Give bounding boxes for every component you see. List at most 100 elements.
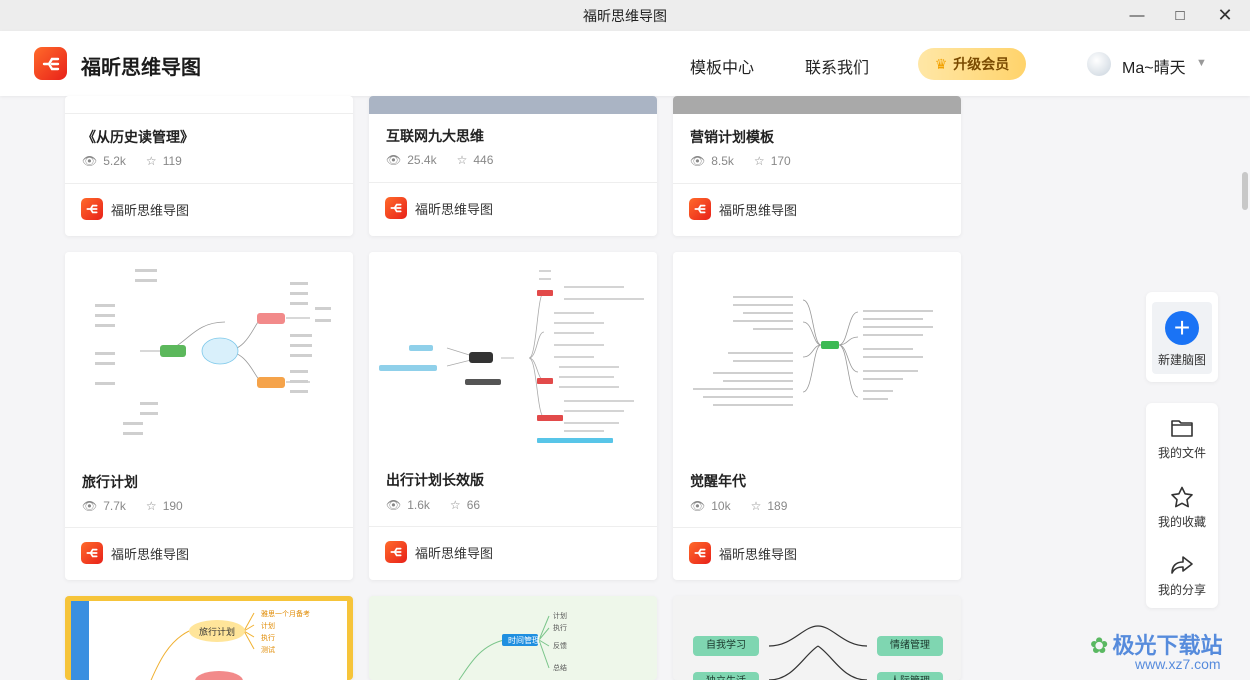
- mindmap-node: 执行: [261, 635, 275, 642]
- card-stats: 👁 8.5k ☆ 170: [690, 154, 797, 168]
- template-card[interactable]: 《从历史读管理》 👁 5.2k ☆ 119 福昕思维导图: [65, 96, 353, 236]
- username[interactable]: Ma~晴天: [1122, 54, 1186, 78]
- card-title[interactable]: 觉醒年代: [690, 471, 746, 491]
- nav-template-center[interactable]: 模板中心: [690, 54, 754, 78]
- star-icon: [1171, 486, 1193, 508]
- mindmap-node: 反馈: [553, 643, 567, 650]
- mindmap-node: 人际管理: [877, 672, 943, 680]
- star-icon: ☆: [750, 499, 762, 513]
- mindmap-node: 独立生活: [693, 672, 759, 680]
- window-title: 福昕思维导图: [583, 7, 667, 24]
- title-bar: 福昕思维导图 — □ ✕: [0, 0, 1250, 31]
- card-author[interactable]: 福昕思维导图: [385, 541, 493, 563]
- template-card[interactable]: 营销计划模板 👁 8.5k ☆ 170 福昕思维导图: [673, 96, 961, 236]
- card-title[interactable]: 《从历史读管理》: [82, 127, 194, 147]
- card-stats: 👁 5.2k ☆ 119: [82, 154, 188, 168]
- mindmap-center-label: 时间管理: [508, 636, 540, 645]
- mindmap-node: 执行: [553, 625, 567, 632]
- avatar[interactable]: [1087, 52, 1111, 76]
- template-card[interactable]: 自我学习 独立生活 情绪管理 人际管理: [673, 596, 961, 680]
- app-name: 福昕思维导图: [81, 57, 201, 79]
- star-count: 66: [466, 498, 481, 512]
- mindmap-node: 自我学习: [693, 636, 759, 656]
- star-icon: ☆: [753, 154, 765, 168]
- card-thumbnail[interactable]: [65, 252, 353, 458]
- view-count: 5.2k: [103, 154, 126, 168]
- star-icon: ☆: [145, 154, 157, 168]
- card-thumbnail[interactable]: [673, 252, 961, 458]
- new-mindmap-label: 新建脑图: [1157, 353, 1206, 367]
- template-card[interactable]: 旅行计划 雅思一个月备考 计划 执行 测试: [65, 596, 353, 680]
- eye-icon: 👁: [82, 154, 98, 168]
- nav-contact-us[interactable]: 联系我们: [805, 54, 869, 78]
- card-thumbnail[interactable]: [673, 96, 961, 114]
- mindmap-center-label: 旅行计划: [199, 627, 236, 637]
- eye-icon: 👁: [82, 499, 98, 513]
- divider: [673, 527, 961, 528]
- card-stats: 👁 7.7k ☆ 190: [82, 499, 189, 513]
- author-name: 福昕思维导图: [719, 202, 798, 218]
- template-card[interactable]: 旅行计划 👁 7.7k ☆ 190 福昕思维导图: [65, 252, 353, 580]
- card-stats: 👁 25.4k ☆ 446: [386, 153, 499, 167]
- view-count: 10k: [711, 499, 731, 513]
- mindmap-node: 情绪管理: [877, 636, 943, 656]
- author-name: 福昕思维导图: [415, 201, 494, 217]
- card-author[interactable]: 福昕思维导图: [81, 198, 189, 220]
- sidebar-item-my-favorites[interactable]: 我的收藏: [1146, 486, 1218, 530]
- card-stats: 👁 10k ☆ 189: [690, 499, 793, 513]
- card-author[interactable]: 福昕思维导图: [81, 542, 189, 564]
- card-title[interactable]: 旅行计划: [82, 472, 138, 492]
- card-thumbnail[interactable]: 旅行计划 雅思一个月备考 计划 执行 测试: [71, 601, 347, 680]
- sidebar-item-my-shares[interactable]: 我的分享: [1146, 554, 1218, 598]
- template-card[interactable]: 互联网九大思维 👁 25.4k ☆ 446 福昕思维导图: [369, 96, 657, 236]
- star-count: 119: [162, 154, 182, 168]
- view-count: 7.7k: [103, 499, 126, 513]
- share-icon: [1171, 556, 1193, 574]
- star-icon: ☆: [456, 153, 468, 167]
- close-button[interactable]: ✕: [1202, 0, 1248, 31]
- card-thumbnail[interactable]: 时间管理 计划 执行 反馈 总结: [369, 596, 657, 680]
- folder-icon: [1171, 420, 1193, 437]
- card-title[interactable]: 营销计划模板: [690, 127, 774, 147]
- chevron-down-icon[interactable]: ▼: [1196, 57, 1207, 69]
- card-author[interactable]: 福昕思维导图: [689, 198, 797, 220]
- eye-icon: 👁: [690, 499, 706, 513]
- star-count: 189: [767, 499, 788, 513]
- new-mindmap-button[interactable]: + 新建脑图: [1146, 302, 1218, 374]
- scrollbar[interactable]: [1240, 96, 1250, 680]
- card-author[interactable]: 福昕思维导图: [689, 542, 797, 564]
- card-stats: 👁 1.6k ☆ 66: [386, 498, 486, 512]
- author-logo-icon: [385, 197, 407, 219]
- view-count: 1.6k: [407, 498, 430, 512]
- sidebar-item-my-files[interactable]: 我的文件: [1146, 417, 1218, 461]
- template-card[interactable]: 出行计划长效版 👁 1.6k ☆ 66 福昕思维导图: [369, 252, 657, 580]
- star-icon: ☆: [449, 498, 461, 512]
- template-card[interactable]: 觉醒年代 👁 10k ☆ 189 福昕思维导图: [673, 252, 961, 580]
- card-thumbnail[interactable]: [369, 252, 657, 458]
- app-logo-icon[interactable]: [34, 47, 67, 80]
- author-logo-icon: [689, 198, 711, 220]
- card-title[interactable]: 互联网九大思维: [386, 126, 484, 146]
- vip-label: 升级会员: [953, 56, 1010, 72]
- maximize-button[interactable]: □: [1157, 0, 1203, 31]
- card-author[interactable]: 福昕思维导图: [385, 197, 493, 219]
- minimize-button[interactable]: —: [1114, 0, 1160, 31]
- card-title[interactable]: 出行计划长效版: [386, 470, 484, 490]
- app-header: 福昕思维导图 模板中心 联系我们 ♛ 升级会员 Ma~晴天 ▼: [0, 31, 1250, 96]
- author-logo-icon: [81, 198, 103, 220]
- star-icon: ☆: [145, 499, 157, 513]
- my-favorites-label: 我的收藏: [1157, 515, 1206, 529]
- new-mindmap-panel: + 新建脑图: [1146, 292, 1218, 382]
- author-name: 福昕思维导图: [111, 202, 190, 218]
- divider: [369, 182, 657, 183]
- card-thumbnail[interactable]: 自我学习 独立生活 情绪管理 人际管理: [673, 596, 961, 680]
- star-count: 446: [473, 153, 494, 167]
- star-count: 170: [770, 154, 791, 168]
- upgrade-vip-button[interactable]: ♛ 升级会员: [918, 48, 1026, 80]
- card-thumbnail[interactable]: [369, 96, 657, 114]
- my-shares-label: 我的分享: [1157, 583, 1206, 597]
- card-thumbnail[interactable]: [65, 96, 353, 114]
- template-card[interactable]: 时间管理 计划 执行 反馈 总结: [369, 596, 657, 680]
- author-name: 福昕思维导图: [111, 546, 190, 562]
- scrollbar-thumb[interactable]: [1242, 172, 1248, 210]
